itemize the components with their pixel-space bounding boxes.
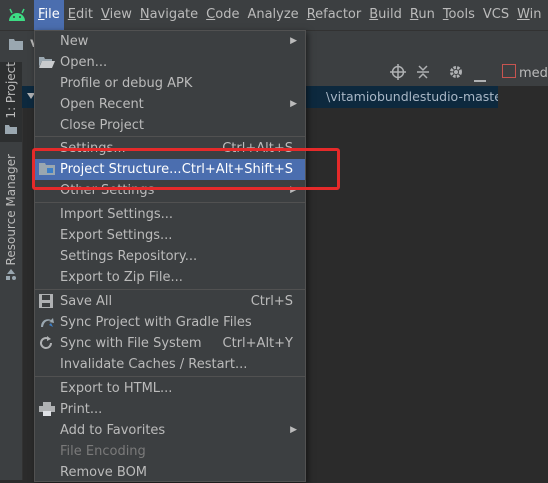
left-tool-stripe: 1: Project Resource Manager bbox=[0, 58, 23, 480]
menu-item-label: Export Settings... bbox=[60, 228, 173, 243]
menu-item-shortcut: Ctrl+S bbox=[250, 294, 293, 309]
menu-item-label: Print... bbox=[60, 402, 103, 417]
menu-item-profile-debug-apk[interactable]: Profile or debug APK bbox=[35, 73, 305, 94]
menu-item-label: Export to Zip File... bbox=[60, 270, 183, 285]
menu-item-label: Export to HTML... bbox=[60, 381, 173, 396]
submenu-arrow-icon: ▶ bbox=[290, 99, 297, 109]
menu-item-export-html[interactable]: Export to HTML... bbox=[35, 378, 305, 399]
menu-item-new[interactable]: New ▶ bbox=[35, 31, 305, 52]
menu-item-settings-repository[interactable]: Settings Repository... bbox=[35, 246, 305, 267]
menu-build[interactable]: Build bbox=[365, 0, 406, 30]
project-structure-icon bbox=[39, 162, 55, 177]
gear-icon[interactable] bbox=[448, 64, 464, 84]
menu-item-label: Project Structure... bbox=[60, 162, 182, 177]
resource-manager-tool-tab[interactable]: Resource Manager bbox=[0, 154, 22, 324]
menu-item-save-all[interactable]: Save All Ctrl+S bbox=[35, 291, 305, 312]
menu-separator bbox=[35, 289, 305, 290]
menu-item-open-recent[interactable]: Open Recent ▶ bbox=[35, 94, 305, 115]
menu-item-shortcut: Ctrl+Alt+S bbox=[222, 141, 293, 156]
menu-item-label: File Encoding bbox=[60, 444, 146, 459]
folder-icon bbox=[9, 38, 23, 54]
menu-item-shortcut: Ctrl+Alt+Shift+S bbox=[181, 162, 293, 177]
minimize-icon[interactable] bbox=[474, 71, 486, 86]
menu-item-label: Add to Favorites bbox=[60, 423, 166, 438]
menu-item-label: Invalidate Caches / Restart... bbox=[60, 357, 248, 372]
save-icon bbox=[39, 294, 55, 309]
menu-item-close-project[interactable]: Close Project bbox=[35, 115, 305, 136]
menu-item-label: Other Settings bbox=[60, 183, 155, 198]
editor-area bbox=[498, 86, 548, 480]
menu-run[interactable]: Run bbox=[406, 0, 439, 30]
menu-item-label: Close Project bbox=[60, 118, 145, 133]
menu-item-open[interactable]: Open... bbox=[35, 52, 305, 73]
menu-vcs[interactable]: VCS bbox=[479, 0, 513, 30]
folder-icon bbox=[5, 123, 17, 138]
menu-item-settings[interactable]: Settings... Ctrl+Alt+S bbox=[35, 138, 305, 159]
menu-navigate[interactable]: Navigate bbox=[136, 0, 202, 30]
menu-edit[interactable]: Edit bbox=[64, 0, 97, 30]
project-tool-tab[interactable]: 1: Project bbox=[0, 62, 22, 142]
refresh-icon bbox=[39, 336, 55, 351]
menu-item-export-settings[interactable]: Export Settings... bbox=[35, 225, 305, 246]
menu-item-project-structure[interactable]: Project Structure... Ctrl+Alt+Shift+S bbox=[35, 159, 305, 180]
menu-refactor[interactable]: Refactor bbox=[303, 0, 366, 30]
menu-item-label: Settings... bbox=[60, 141, 126, 156]
menu-analyze[interactable]: Analyze bbox=[243, 0, 302, 30]
menu-item-shortcut: Ctrl+Alt+Y bbox=[222, 336, 293, 351]
menu-item-label: Profile or debug APK bbox=[60, 76, 193, 91]
menu-item-import-settings[interactable]: Import Settings... bbox=[35, 204, 305, 225]
menu-item-invalidate-caches[interactable]: Invalidate Caches / Restart... bbox=[35, 354, 305, 375]
menu-separator bbox=[35, 376, 305, 377]
project-tab-label: 1: Project bbox=[4, 62, 18, 119]
menu-item-label: Settings Repository... bbox=[60, 249, 198, 264]
editor-tab-label: med bbox=[519, 66, 548, 81]
menu-item-sync-gradle[interactable]: Sync Project with Gradle Files bbox=[35, 312, 305, 333]
menu-view[interactable]: View bbox=[97, 0, 136, 30]
gradle-sync-icon bbox=[39, 315, 55, 330]
file-menu-dropdown: New ▶ Open... Profile or debug APK Open … bbox=[34, 30, 306, 482]
android-studio-logo-icon bbox=[0, 0, 34, 30]
menu-item-file-encoding: File Encoding bbox=[35, 441, 305, 462]
menu-file[interactable]: File bbox=[34, 0, 64, 30]
locate-file-icon[interactable] bbox=[390, 64, 406, 84]
collapse-all-icon[interactable] bbox=[416, 64, 430, 84]
menu-item-label: Sync Project with Gradle Files bbox=[60, 315, 252, 330]
editor-tab[interactable]: med bbox=[502, 64, 548, 81]
menu-item-add-to-favorites[interactable]: Add to Favorites ▶ bbox=[35, 420, 305, 441]
editor-tab-bar: med bbox=[498, 58, 548, 87]
menu-separator bbox=[35, 202, 305, 203]
menu-tools[interactable]: Tools bbox=[439, 0, 479, 30]
menu-window[interactable]: Win bbox=[513, 0, 545, 30]
menu-item-label: Save All bbox=[60, 294, 113, 309]
menu-code[interactable]: Code bbox=[202, 0, 243, 30]
menu-item-label: Open Recent bbox=[60, 97, 144, 112]
menu-item-label: Import Settings... bbox=[60, 207, 173, 222]
menu-item-sync-file-system[interactable]: Sync with File System Ctrl+Alt+Y bbox=[35, 333, 305, 354]
print-icon bbox=[39, 402, 55, 417]
menu-item-other-settings[interactable]: Other Settings ▶ bbox=[35, 180, 305, 201]
resource-manager-icon bbox=[5, 269, 17, 285]
folder-open-icon bbox=[39, 55, 55, 70]
menu-item-print[interactable]: Print... bbox=[35, 399, 305, 420]
menu-item-label: New bbox=[60, 34, 89, 49]
main-menu-bar: File Edit View Navigate Code Analyze Ref… bbox=[0, 0, 548, 30]
submenu-arrow-icon: ▶ bbox=[290, 425, 297, 435]
module-icon bbox=[502, 64, 516, 78]
menu-separator bbox=[35, 136, 305, 137]
menu-item-export-zip[interactable]: Export to Zip File... bbox=[35, 267, 305, 288]
menu-item-label: Sync with File System bbox=[60, 336, 202, 351]
submenu-arrow-icon: ▶ bbox=[290, 185, 297, 195]
submenu-arrow-icon: ▶ bbox=[290, 36, 297, 46]
menu-item-label: Open... bbox=[60, 55, 108, 70]
resource-manager-tab-label: Resource Manager bbox=[4, 154, 18, 266]
